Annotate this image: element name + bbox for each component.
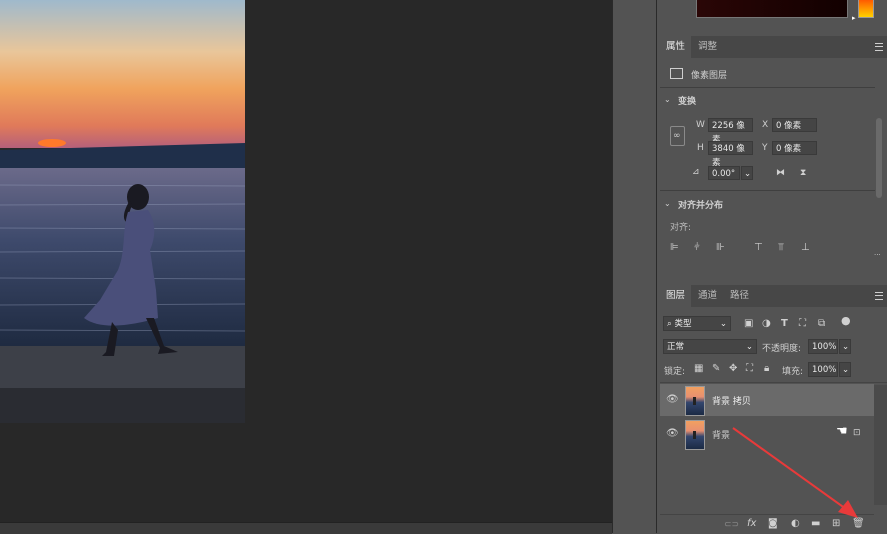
annotation-arrow [732,427,858,518]
